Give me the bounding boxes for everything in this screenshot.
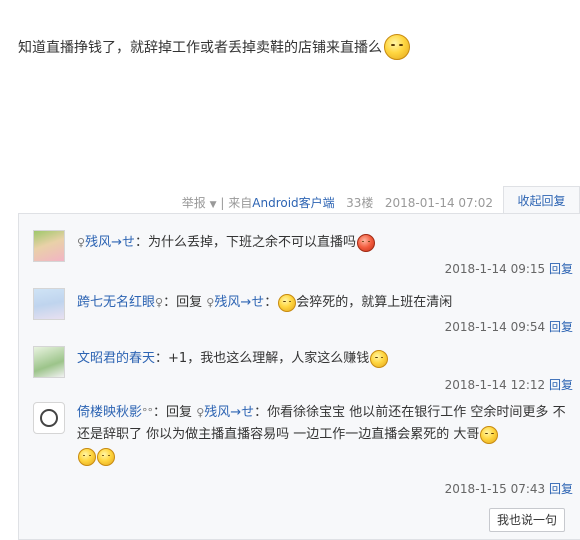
post-text: 知道直播挣钱了，就辞掉工作或者丢掉卖鞋的店铺来直播么 xyxy=(18,40,382,56)
avatar[interactable] xyxy=(33,402,65,434)
smile-emoji-icon xyxy=(370,349,389,368)
reply-username[interactable]: 倚楼映秋影 xyxy=(77,405,142,420)
reply-time-row: 2018-1-14 09:15 回复 xyxy=(445,260,573,277)
smile-emoji-icon xyxy=(278,293,297,312)
reply-username[interactable]: 跨七无名红眼 xyxy=(77,295,155,310)
reply-time-row: 2018-1-14 12:12 回复 xyxy=(445,376,573,393)
avatar[interactable] xyxy=(33,346,65,378)
floor-number: 33楼 xyxy=(346,196,374,210)
post-meta-bar: 举报 ▼ | 来自Android客户端 33楼 2018-01-14 07:02… xyxy=(0,186,580,214)
caret-down-icon: ▼ xyxy=(209,200,217,210)
reply-username[interactable]: 文昭君的春天 xyxy=(77,351,155,366)
reply-content: 文昭君的春天：+1，我也这么理解，人家这么赚钱 xyxy=(77,348,573,370)
angry-emoji-icon xyxy=(357,233,375,252)
reply-item: 倚楼映秋影°°：回复 ♀残风→せ：你看徐徐宝宝 他以前还在银行工作 空余时间更多… xyxy=(33,402,573,498)
collapse-replies-button[interactable]: 收起回复 xyxy=(503,186,580,214)
reply-time: 2018-1-14 12:12 xyxy=(444,378,546,392)
from-label: 来自 xyxy=(228,196,253,210)
reply-username[interactable]: 残风→せ xyxy=(85,235,135,250)
reply-time: 2018-1-14 09:54 xyxy=(444,320,546,334)
reply-time: 2018-1-14 09:15 xyxy=(444,262,546,276)
report-link[interactable]: 举报 ▼ xyxy=(182,196,217,210)
female-icon: ♀ xyxy=(155,296,164,309)
reply-target-user[interactable]: 残风→せ xyxy=(204,405,254,420)
reply-content: 跨七无名红眼♀：回复 ♀残风→せ： 会猝死的，就算上班在清闲 xyxy=(77,293,453,312)
reply-button[interactable]: 回复 xyxy=(549,482,573,496)
reply-keyword: 回复 xyxy=(166,405,193,420)
avatar[interactable] xyxy=(33,230,65,262)
reply-time: 2018-1-15 07:43 xyxy=(444,482,546,496)
add-reply-button[interactable]: 我也说一句 xyxy=(489,508,565,532)
reply-text: 会猝死的，就算上班在清闲 xyxy=(296,295,453,310)
reply-time-row: 2018-1-14 09:54 回复 xyxy=(445,318,573,335)
smile-emoji-icon xyxy=(97,447,115,466)
reply-keyword: 回复 xyxy=(176,295,203,310)
meta-separator: | xyxy=(220,196,225,210)
reply-time-row: 2018-1-15 07:43 回复 xyxy=(445,480,573,497)
reply-button[interactable]: 回复 xyxy=(549,378,573,392)
reply-text: +1，我也这么理解，人家这么赚钱 xyxy=(168,351,370,366)
female-icon: ♀ xyxy=(77,236,86,249)
reply-text: 为什么丢掉，下班之余不可以直播吗 xyxy=(147,235,356,250)
reply-button[interactable]: 回复 xyxy=(549,262,573,276)
smile-emoji-icon xyxy=(384,34,410,60)
reply-content: 倚楼映秋影°°：回复 ♀残风→せ：你看徐徐宝宝 他以前还在银行工作 空余时间更多… xyxy=(77,402,573,468)
reply-item: 文昭君的春天：+1，我也这么理解，人家这么赚钱 2018-1-14 12:12 … xyxy=(33,346,573,394)
reply-item: 跨七无名红眼♀：回复 ♀残风→せ： 会猝死的，就算上班在清闲 2018-1-14 … xyxy=(33,288,573,336)
reply-item: ♀残风→せ：为什么丢掉，下班之余不可以直播吗 2018-1-14 09:15 回… xyxy=(33,230,573,278)
post-content: 知道直播挣钱了，就辞掉工作或者丢掉卖鞋的店铺来直播么 xyxy=(18,34,410,60)
smile-emoji-icon xyxy=(480,425,499,444)
client-link[interactable]: Android客户端 xyxy=(252,196,334,210)
smile-emoji-icon xyxy=(78,447,96,466)
post-meta-line: 举报 ▼ | 来自Android客户端 33楼 2018-01-14 07:02 xyxy=(182,194,493,211)
post-datetime: 2018-01-14 07:02 xyxy=(384,196,493,210)
avatar[interactable] xyxy=(33,288,65,320)
reply-button[interactable]: 回复 xyxy=(549,320,573,334)
reply-list: ♀残风→せ：为什么丢掉，下班之余不可以直播吗 2018-1-14 09:15 回… xyxy=(18,213,580,540)
reply-target-user[interactable]: 残风→せ xyxy=(214,295,264,310)
reply-content: ♀残风→せ：为什么丢掉，下班之余不可以直播吗 xyxy=(77,232,573,254)
